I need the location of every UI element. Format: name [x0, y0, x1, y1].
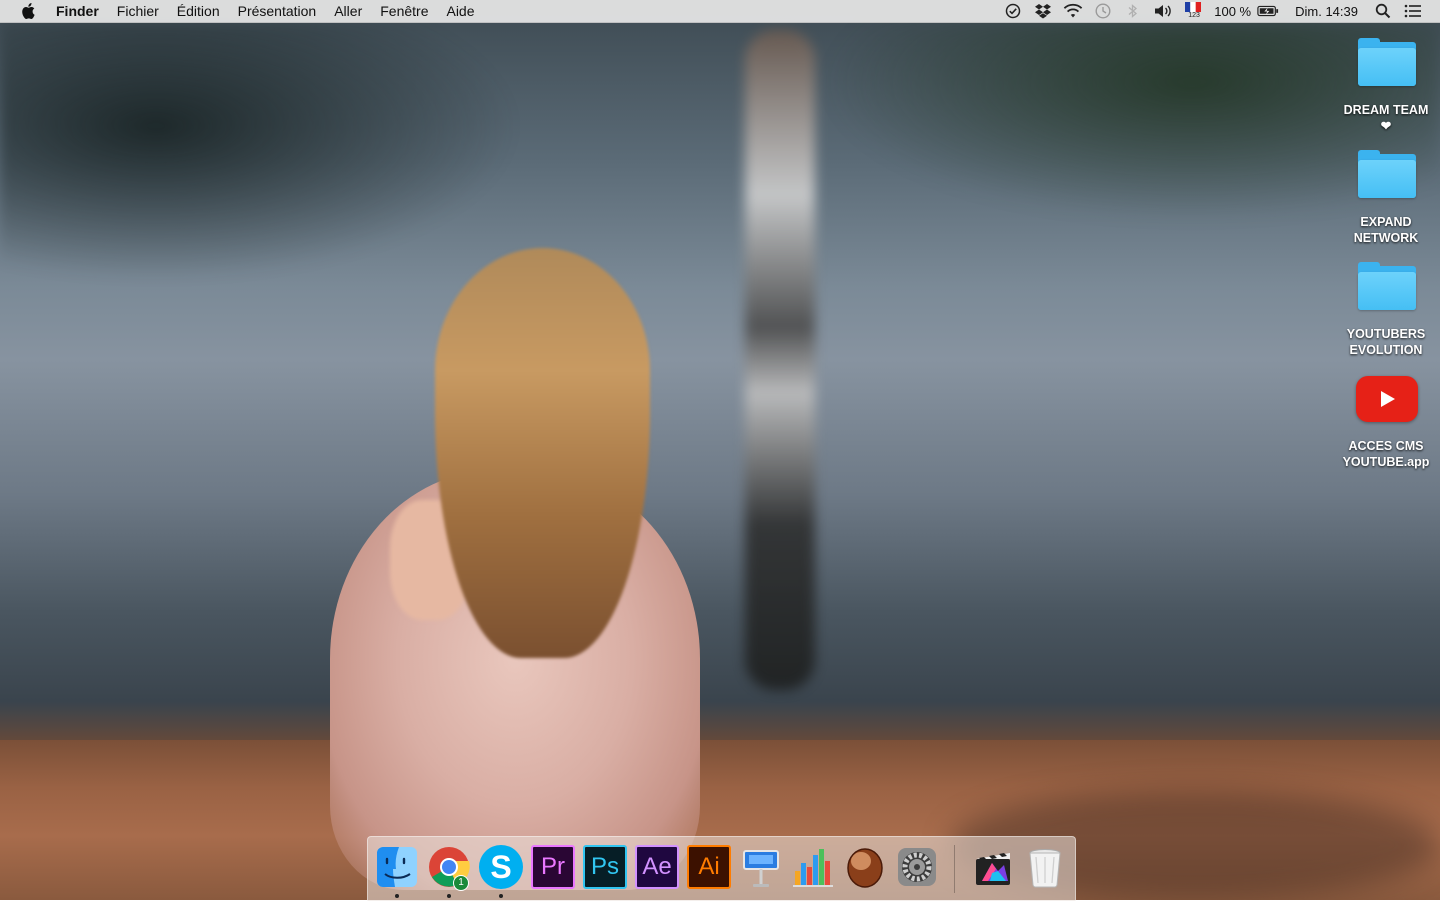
wifi-icon[interactable]	[1062, 0, 1084, 22]
desktop-folder-youtubers-evolution[interactable]: YOUTUBERS EVOLUTION	[1336, 262, 1436, 358]
dock-unknown-app[interactable]	[843, 845, 887, 889]
orb-app-icon	[847, 848, 883, 888]
menu-presentation[interactable]: Présentation	[229, 0, 326, 22]
chrome-badge: 1	[453, 875, 469, 891]
menu-fenetre[interactable]: Fenêtre	[371, 0, 437, 22]
running-indicator	[499, 894, 503, 898]
numbers-icon	[793, 849, 833, 887]
folder-icon	[1354, 262, 1418, 318]
sync-check-icon[interactable]	[1002, 0, 1024, 22]
dock-after-effects[interactable]: Ae	[635, 845, 679, 889]
trash-icon	[1029, 849, 1061, 888]
dock-trash[interactable]	[1023, 845, 1067, 889]
folder-icon	[1354, 38, 1418, 94]
wallpaper-pole-reflection	[745, 30, 815, 690]
dock-chrome[interactable]: 1	[427, 845, 471, 891]
menu-aide[interactable]: Aide	[437, 0, 483, 22]
menubar-clock[interactable]: Dim. 14:39	[1295, 4, 1358, 19]
menu-aller[interactable]: Aller	[325, 0, 371, 22]
premiere-icon: Pr	[531, 845, 575, 889]
desktop-icon-label: YOUTUBERS EVOLUTION	[1346, 327, 1426, 357]
desktop-folder-dream-team[interactable]: DREAM TEAM ❤	[1336, 38, 1436, 134]
youtube-app-icon	[1354, 374, 1418, 430]
keyboard-layout-sub-label: 123	[1188, 12, 1200, 19]
dock-system-preferences[interactable]	[895, 845, 939, 889]
menu-bar: Finder Fichier Édition Présentation Alle…	[0, 0, 1440, 23]
desktop-icon-label: DREAM TEAM ❤	[1343, 103, 1429, 133]
bluetooth-icon[interactable]	[1122, 0, 1144, 22]
desktop-app-acces-cms-youtube[interactable]: ACCES CMS YOUTUBE.app	[1336, 374, 1436, 470]
desktop-icon-label: ACCES CMS YOUTUBE.app	[1342, 439, 1430, 469]
dropbox-icon[interactable]	[1032, 0, 1054, 22]
running-indicator	[447, 894, 451, 898]
notification-center-icon[interactable]	[1402, 0, 1424, 22]
dock-skype[interactable]: S	[479, 845, 523, 889]
apple-menu-icon[interactable]	[18, 1, 38, 21]
folder-icon	[1354, 150, 1418, 206]
menu-fichier[interactable]: Fichier	[108, 0, 168, 22]
skype-icon: S	[479, 845, 523, 889]
battery-charging-icon[interactable]	[1257, 0, 1279, 22]
spotlight-search-icon[interactable]	[1372, 0, 1394, 22]
keynote-icon	[743, 850, 779, 887]
photoshop-icon: Ps	[583, 845, 627, 889]
battery-percentage[interactable]: 100 %	[1214, 4, 1251, 19]
volume-icon[interactable]	[1152, 0, 1174, 22]
menu-app-finder[interactable]: Finder	[50, 0, 108, 22]
time-machine-icon[interactable]	[1092, 0, 1114, 22]
final-cut-pro-icon	[976, 853, 1010, 885]
dock-keynote[interactable]	[739, 845, 783, 889]
dock-finder[interactable]	[375, 845, 419, 889]
dock-final-cut-pro[interactable]	[971, 845, 1015, 889]
dock: 1 S Pr Ps Ae Ai	[367, 836, 1076, 901]
desktop-icon-label: EXPAND NETWORK	[1353, 215, 1419, 245]
dock-illustrator[interactable]: Ai	[687, 845, 731, 889]
wallpaper-tree-reflection	[0, 22, 520, 282]
illustrator-icon: Ai	[687, 845, 731, 889]
finder-icon	[377, 847, 417, 887]
menu-edition[interactable]: Édition	[168, 0, 229, 22]
dock-separator	[954, 845, 955, 893]
french-flag-input-icon[interactable]: 123	[1182, 0, 1204, 22]
desktop-folder-expand-network[interactable]: EXPAND NETWORK	[1336, 150, 1436, 246]
dock-premiere-pro[interactable]: Pr	[531, 845, 575, 889]
after-effects-icon: Ae	[635, 845, 679, 889]
running-indicator	[395, 894, 399, 898]
wallpaper-person-hair	[435, 248, 650, 658]
dock-numbers[interactable]	[791, 845, 835, 889]
gear-icon	[898, 848, 936, 886]
desktop-wallpaper	[0, 0, 1440, 900]
dock-photoshop[interactable]: Ps	[583, 845, 627, 889]
